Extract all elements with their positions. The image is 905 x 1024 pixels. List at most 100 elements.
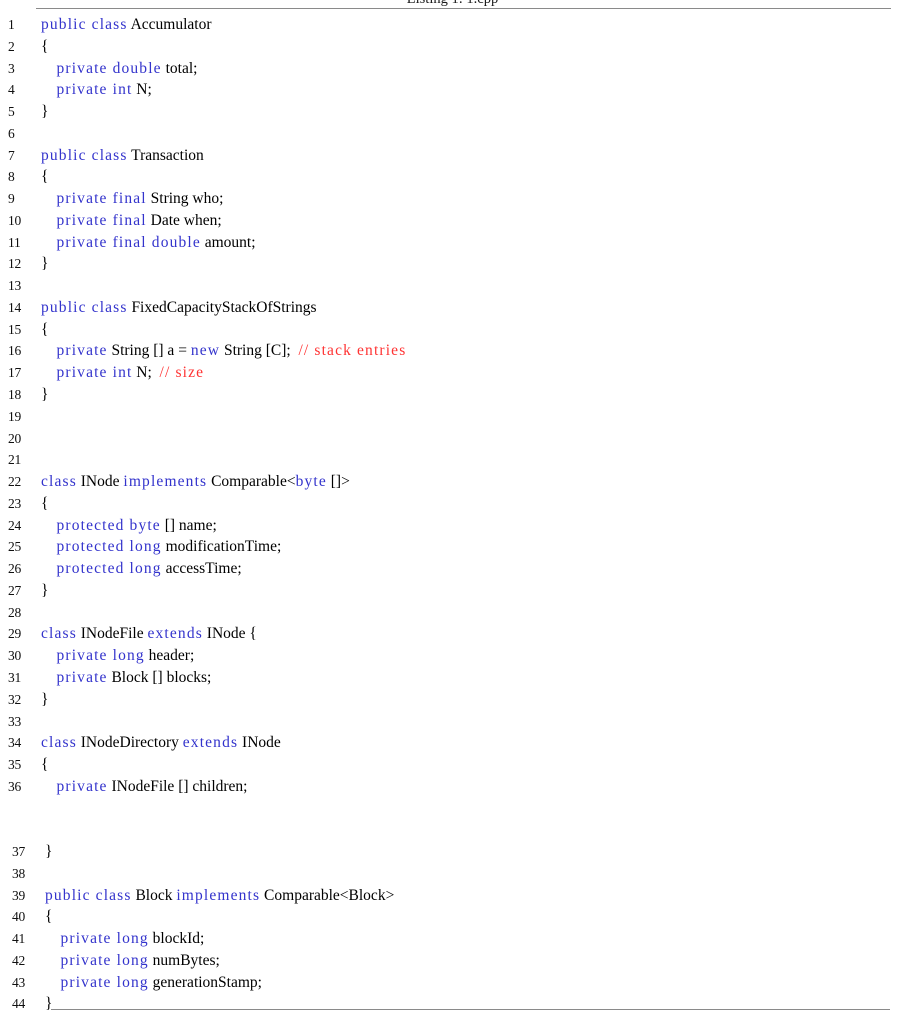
code-line: 29 class INodeFile extends INode { (0, 623, 905, 645)
line-number: 8 (8, 169, 15, 185)
code-line: 7 public class Transaction (0, 145, 905, 167)
code-line: 15 { (0, 319, 905, 341)
code-text: { (41, 319, 48, 341)
code-text: } (41, 689, 48, 711)
code-identifier: N; (132, 364, 160, 382)
code-identifier (41, 647, 57, 664)
code-text: } (41, 580, 48, 602)
code-text: private Block [] blocks; (41, 667, 212, 689)
code-identifier: INode (76, 473, 124, 491)
line-number: 9 (8, 191, 15, 207)
code-identifier (41, 364, 57, 381)
code-line: 30 private long header; (0, 645, 905, 667)
code-text: private long header; (41, 645, 195, 667)
code-text: protected byte [] name; (41, 515, 217, 537)
line-number: 42 (12, 952, 26, 968)
line-number: 14 (8, 299, 22, 315)
line-number: 40 (12, 909, 26, 925)
code-identifier: [] name; (160, 516, 217, 534)
code-identifier: []> (326, 473, 350, 491)
code-keyword: byte (295, 473, 327, 491)
code-text: public class Block implements Comparable… (45, 885, 394, 907)
code-text: private INodeFile [] children; (41, 776, 248, 798)
code-line: 22 class INode implements Comparable<byte… (0, 471, 905, 493)
code-text: private String [] a = new String [C]; //… (41, 340, 406, 362)
line-number: 13 (8, 278, 22, 294)
code-line: 6 (0, 123, 905, 145)
code-text: { (41, 36, 48, 58)
code-identifier (41, 538, 57, 555)
code-identifier: } (41, 581, 49, 599)
code-identifier: header; (144, 647, 195, 665)
line-number: 10 (8, 212, 22, 228)
code-identifier: } (45, 843, 53, 861)
code-line: 11 private final double amount; (0, 232, 905, 254)
code-text: private long generationStamp; (45, 972, 262, 994)
code-identifier: N; (132, 81, 152, 99)
code-keyword: private (56, 342, 108, 360)
code-keyword: protected long (56, 538, 162, 556)
code-line: 38 (0, 863, 905, 885)
code-line: 20 (0, 428, 905, 450)
code-text: public class FixedCapacityStackOfStrings (41, 297, 317, 319)
code-identifier: } (41, 386, 49, 404)
line-number: 27 (8, 582, 22, 598)
code-keyword: private (56, 668, 108, 686)
code-keyword: private final double (56, 233, 201, 251)
code-identifier: String [] a = (107, 342, 191, 360)
line-number: 5 (8, 104, 15, 120)
code-line: 37} (0, 841, 905, 863)
code-identifier: INode (238, 734, 281, 752)
code-identifier: Date when; (146, 211, 222, 229)
code-identifier: FixedCapacityStackOfStrings (127, 298, 317, 316)
code-identifier: total; (161, 59, 198, 77)
code-keyword: public class (41, 146, 128, 164)
code-identifier: blockId; (148, 930, 205, 948)
line-number: 17 (8, 365, 22, 381)
code-identifier (41, 81, 57, 98)
line-number: 2 (8, 38, 15, 54)
code-keyword: private int (56, 81, 133, 99)
code-line: 35 { (0, 754, 905, 776)
code-line: 10 private final Date when; (0, 210, 905, 232)
code-keyword: public class (45, 886, 132, 904)
code-identifier: Transaction (127, 146, 204, 164)
code-line: 31 private Block [] blocks; (0, 667, 905, 689)
code-identifier: accessTime; (161, 560, 242, 578)
code-text: { (45, 906, 52, 928)
line-number: 25 (8, 539, 22, 555)
code-identifier (41, 778, 57, 795)
code-text: private long blockId; (45, 928, 205, 950)
code-keyword: implements (176, 886, 261, 904)
line-number: 12 (8, 256, 22, 272)
line-number: 29 (8, 626, 22, 642)
code-text: class INode implements Comparable<byte [… (41, 471, 350, 493)
code-text: class INodeDirectory extends INode (41, 732, 281, 754)
line-number: 6 (8, 125, 15, 141)
code-line: 13 (0, 275, 905, 297)
code-identifier: Accumulator (127, 16, 212, 33)
line-number: 22 (8, 474, 22, 490)
code-text: class INodeFile extends INode { (41, 623, 257, 645)
code-identifier: String who; (146, 190, 224, 208)
line-number: 38 (12, 865, 26, 881)
code-text: private double total; (41, 58, 198, 80)
code-identifier: Comparable< (207, 473, 296, 491)
code-line: 39 public class Block implements Comparab… (0, 885, 905, 907)
code-text: } (41, 384, 48, 406)
line-number: 44 (12, 996, 26, 1012)
listing-top-rule (36, 8, 891, 9)
line-number: 31 (8, 669, 22, 685)
code-line: 44} (0, 993, 905, 1015)
code-line: 8{ (0, 166, 905, 188)
code-identifier: INodeDirectory (76, 734, 183, 752)
code-line: 2{ (0, 36, 905, 58)
code-identifier (41, 190, 57, 207)
line-number: 43 (12, 974, 26, 990)
line-number: 18 (8, 387, 22, 403)
line-number: 15 (8, 321, 22, 337)
code-line: 12} (0, 253, 905, 275)
line-number: 30 (8, 648, 22, 664)
